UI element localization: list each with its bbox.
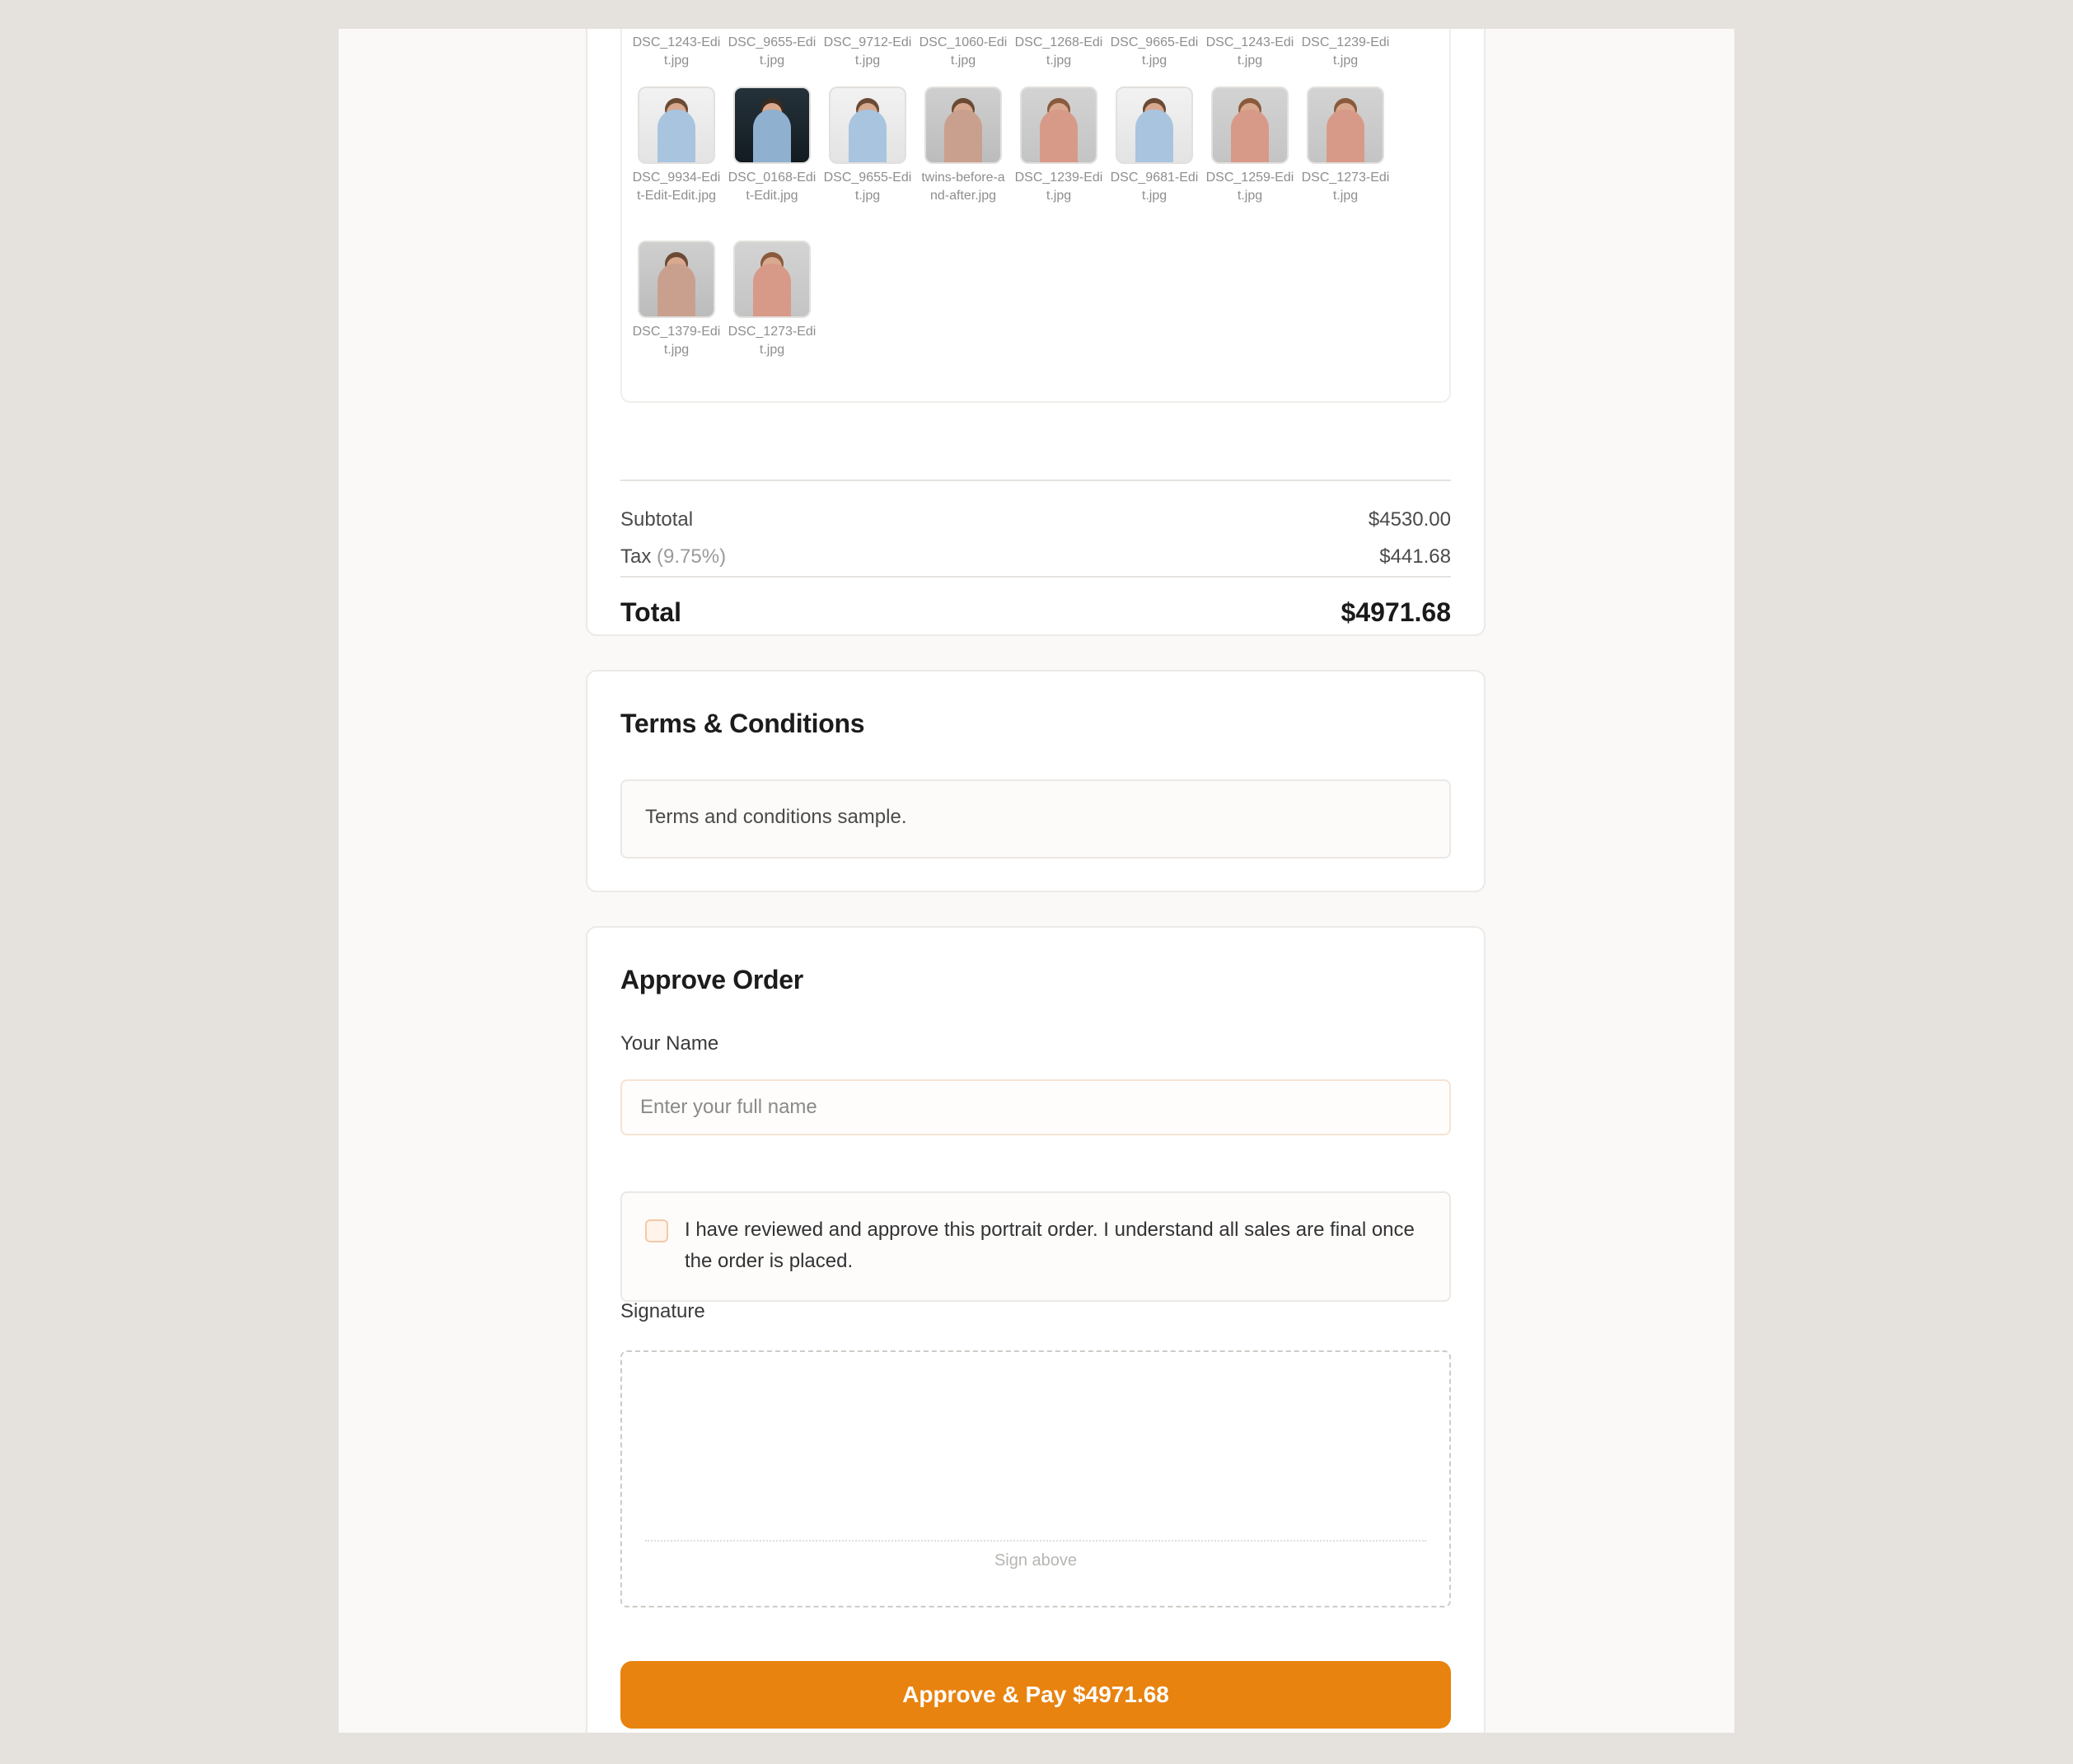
your-name-label: Your Name bbox=[620, 1032, 719, 1055]
total-row: Total $4971.68 bbox=[620, 597, 1451, 628]
approve-order-card: Approve Order Your Name I have reviewed … bbox=[586, 926, 1486, 1733]
photo-tile[interactable]: DSC_9681-Edit.jpg bbox=[1107, 87, 1202, 205]
photo-tile[interactable]: DSC_1268-Edit.jpg bbox=[1011, 29, 1107, 70]
photo-filename: DSC_9665-Edit.jpg bbox=[1110, 35, 1199, 68]
tax-rate: (9.75%) bbox=[657, 545, 727, 568]
photo-thumbnail bbox=[638, 87, 715, 164]
photo-tile[interactable]: DSC_9665-Edit.jpg bbox=[1107, 29, 1202, 70]
total-value: $4971.68 bbox=[1341, 597, 1451, 627]
photo-filename: DSC_1239-Edit.jpg bbox=[1301, 35, 1390, 68]
terms-title: Terms & Conditions bbox=[620, 709, 865, 738]
photo-tile[interactable]: DSC_9712-Edit.jpg bbox=[820, 29, 915, 70]
tax-value: $441.68 bbox=[1379, 545, 1451, 568]
photo-filename: DSC_9681-Edit.jpg bbox=[1110, 171, 1199, 203]
photo-subject bbox=[1040, 110, 1078, 162]
tax-row: Tax (9.75%) $441.68 bbox=[620, 545, 1451, 569]
photo-filename: DSC_1060-Edit.jpg bbox=[919, 35, 1008, 68]
photo-tile[interactable]: DSC_1060-Edit.jpg bbox=[915, 29, 1011, 70]
approval-agreement[interactable]: I have reviewed and approve this portrai… bbox=[620, 1191, 1451, 1302]
photo-thumbnail bbox=[638, 241, 715, 318]
photo-filename: DSC_9934-Edit-Edit-Edit.jpg bbox=[632, 171, 721, 203]
terms-card: Terms & Conditions Terms and conditions … bbox=[586, 670, 1486, 892]
photo-tile[interactable]: DSC_1273-Edit.jpg bbox=[1298, 87, 1393, 205]
photo-filename: DSC_1379-Edit.jpg bbox=[632, 325, 721, 357]
photo-filename: DSC_1273-Edit.jpg bbox=[728, 325, 817, 357]
photo-tile[interactable]: DSC_0168-Edit-Edit.jpg bbox=[724, 87, 820, 205]
photo-filename: DSC_1243-Edit.jpg bbox=[632, 35, 721, 68]
photo-tile[interactable]: DSC_1239-Edit.jpg bbox=[1298, 29, 1393, 70]
order-summary-card: DSC_1243-Edit.jpg DSC_9655-Edit.jpg DSC_97… bbox=[586, 29, 1486, 636]
full-name-input[interactable] bbox=[620, 1079, 1451, 1135]
photo-thumbnail bbox=[1307, 87, 1384, 164]
photo-tile[interactable]: DSC_1259-Edit.jpg bbox=[1202, 87, 1298, 205]
selected-photos-gallery: DSC_1243-Edit.jpg DSC_9655-Edit.jpg DSC_97… bbox=[620, 29, 1451, 403]
subtotal-row: Subtotal $4530.00 bbox=[620, 508, 1451, 531]
photo-tile[interactable]: DSC_9655-Edit.jpg bbox=[820, 87, 915, 205]
photo-tile[interactable]: DSC_1273-Edit.jpg bbox=[724, 241, 820, 359]
signature-pad[interactable]: Sign above bbox=[620, 1350, 1451, 1607]
photo-thumbnail bbox=[1116, 87, 1193, 164]
subtotal-label: Subtotal bbox=[620, 508, 694, 531]
photo-thumbnail bbox=[733, 241, 811, 318]
total-label: Total bbox=[620, 597, 682, 627]
signature-hint: Sign above bbox=[994, 1551, 1078, 1570]
photo-subject bbox=[849, 110, 887, 162]
photo-thumbnail bbox=[829, 87, 906, 164]
photo-subject bbox=[1327, 110, 1364, 162]
photo-filename: DSC_1273-Edit.jpg bbox=[1301, 171, 1390, 203]
photo-filename: DSC_1243-Edit.jpg bbox=[1205, 35, 1294, 68]
photo-thumbnail bbox=[733, 87, 811, 164]
summary-divider bbox=[620, 480, 1451, 481]
order-page: DSC_1243-Edit.jpg DSC_9655-Edit.jpg DSC_97… bbox=[339, 29, 1734, 1733]
photo-filename: DSC_9655-Edit.jpg bbox=[823, 171, 912, 203]
photo-subject bbox=[657, 264, 695, 316]
subtotal-value: $4530.00 bbox=[1368, 508, 1451, 531]
photo-filename: DSC_1268-Edit.jpg bbox=[1014, 35, 1103, 68]
tax-label: Tax bbox=[620, 545, 652, 568]
approve-and-pay-button[interactable]: Approve & Pay $4971.68 bbox=[620, 1661, 1451, 1729]
approval-checkbox[interactable] bbox=[645, 1219, 668, 1242]
photo-filename: DSC_9655-Edit.jpg bbox=[728, 35, 817, 68]
total-divider bbox=[620, 576, 1451, 578]
photo-filename: DSC_1239-Edit.jpg bbox=[1014, 171, 1103, 203]
photo-tile[interactable]: twins-before-and-after.jpg bbox=[915, 87, 1011, 205]
photo-tile[interactable]: DSC_1239-Edit.jpg bbox=[1011, 87, 1107, 205]
photo-subject bbox=[1231, 110, 1269, 162]
photo-tile[interactable]: DSC_9655-Edit.jpg bbox=[724, 29, 820, 70]
approve-order-title: Approve Order bbox=[620, 965, 803, 994]
tax-label-group: Tax (9.75%) bbox=[620, 545, 726, 569]
signature-baseline bbox=[645, 1540, 1426, 1542]
photo-tile[interactable]: DSC_9934-Edit-Edit-Edit.jpg bbox=[629, 87, 724, 205]
photo-subject bbox=[753, 110, 791, 162]
terms-text: Terms and conditions sample. bbox=[645, 806, 907, 828]
photo-subject bbox=[944, 110, 982, 162]
photo-tile[interactable]: DSC_1243-Edit.jpg bbox=[1202, 29, 1298, 70]
photo-filename: DSC_1259-Edit.jpg bbox=[1205, 171, 1294, 203]
signature-label: Signature bbox=[620, 1300, 705, 1322]
photo-thumbnail bbox=[1211, 87, 1289, 164]
photo-thumbnail bbox=[1020, 87, 1097, 164]
terms-text-box: Terms and conditions sample. bbox=[620, 779, 1451, 859]
photo-filename: DSC_9712-Edit.jpg bbox=[823, 35, 912, 68]
photo-subject bbox=[1135, 110, 1173, 162]
photo-tile[interactable]: DSC_1243-Edit.jpg bbox=[629, 29, 724, 70]
photo-subject bbox=[657, 110, 695, 162]
photo-filename: DSC_0168-Edit-Edit.jpg bbox=[728, 171, 817, 203]
photo-thumbnail bbox=[924, 87, 1002, 164]
approval-agreement-text: I have reviewed and approve this portrai… bbox=[685, 1219, 1415, 1272]
photo-subject bbox=[753, 264, 791, 316]
photo-filename: twins-before-and-after.jpg bbox=[921, 171, 1005, 203]
photo-tile[interactable]: DSC_1379-Edit.jpg bbox=[629, 241, 724, 359]
